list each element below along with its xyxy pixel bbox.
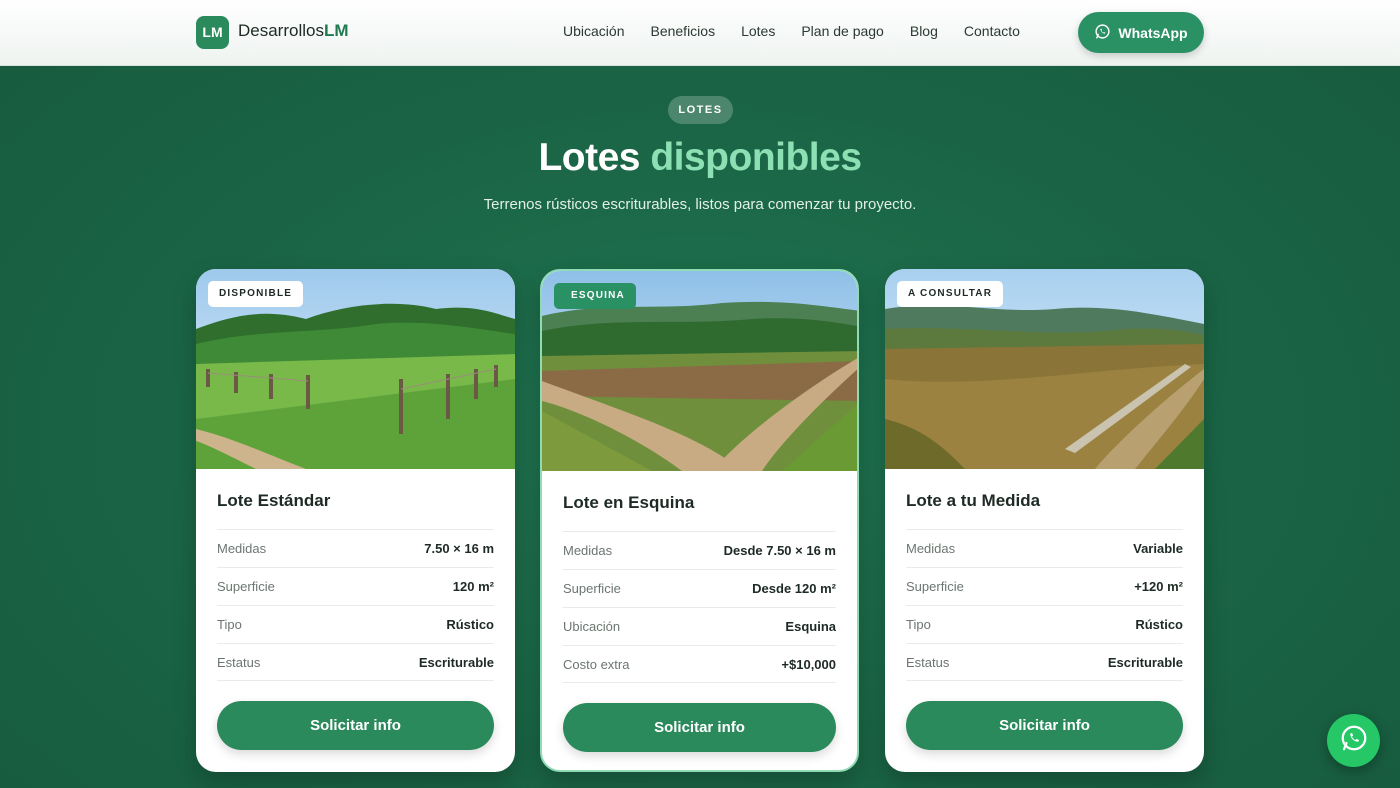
nav-blog[interactable]: Blog	[910, 23, 938, 39]
lot-title: Lote Estándar	[217, 491, 331, 510]
spec-value: Escriturable	[418, 654, 494, 670]
spec-label: Medidas	[563, 543, 613, 558]
spec-label: Superficie	[906, 579, 964, 594]
spec-value: Rústico	[446, 617, 494, 632]
section-subtitle: Terrenos rústicos escriturables, listos …	[483, 196, 917, 213]
request-info-button[interactable]: Solicitar info	[217, 701, 494, 750]
section-pill: LOTES	[668, 96, 733, 124]
spec-label: Superficie	[217, 579, 275, 594]
spec-row: Estatus Escriturable	[906, 643, 1183, 681]
spec-value: Desde 7.50 × 16 m	[723, 543, 836, 558]
spec-row: Medidas Desde 7.50 × 16 m	[563, 531, 836, 569]
whatsapp-button[interactable]: WhatsApp	[1078, 12, 1204, 53]
logo-text[interactable]: DesarrollosLM	[238, 21, 349, 41]
nav-contacto[interactable]: Contacto	[964, 23, 1020, 39]
spec-value: +120 m²	[1134, 579, 1183, 594]
section-title-accent: disponibles	[650, 136, 862, 179]
lot-specs: Medidas Desde 7.50 × 16 m Superficie Desde…	[563, 531, 836, 683]
request-info-button[interactable]: Solicitar info	[563, 703, 836, 752]
spec-label: Tipo	[217, 617, 242, 632]
status-badge: DISPONIBLE	[208, 281, 304, 307]
spec-label: Superficie	[563, 581, 621, 596]
spec-label: Ubicación	[563, 619, 621, 634]
spec-value: 120 m²	[452, 579, 494, 594]
spec-row: Ubicación Esquina	[563, 607, 836, 645]
nav-beneficios[interactable]: Beneficios	[650, 23, 715, 39]
spec-row: Medidas Variable	[906, 529, 1183, 567]
whatsapp-button-label: WhatsApp	[1118, 24, 1188, 41]
lot-card-esquina: ESQUINA Lote en Esquina Medidas Desde 7.5…	[540, 269, 859, 772]
spec-label: Costo extra	[563, 656, 630, 672]
spec-label: Medidas	[906, 541, 956, 556]
status-badge: A CONSULTAR	[897, 281, 1004, 307]
spec-label: Estatus	[217, 654, 261, 670]
section-title-main: Lotes	[538, 136, 640, 179]
nav-plan-de-pago[interactable]: Plan de pago	[801, 23, 884, 39]
spec-row: Superficie Desde 120 m²	[563, 569, 836, 607]
spec-label: Tipo	[906, 617, 931, 632]
spec-row: Tipo Rústico	[906, 605, 1183, 643]
spec-value: +$10,000	[781, 656, 836, 672]
spec-value: Esquina	[785, 619, 836, 634]
lot-title: Lote en Esquina	[563, 493, 695, 512]
spec-row: Tipo Rústico	[217, 605, 494, 643]
request-info-button[interactable]: Solicitar info	[906, 701, 1183, 750]
lot-title: Lote a tu Medida	[906, 491, 1041, 510]
floating-whatsapp-button[interactable]	[1327, 714, 1380, 767]
lot-specs: Medidas Variable Superficie +120 m² Tipo Rú…	[906, 529, 1183, 681]
spec-row: Superficie 120 m²	[217, 567, 494, 605]
spec-row: Superficie +120 m²	[906, 567, 1183, 605]
spec-row: Costo extra +$10,000	[563, 645, 836, 683]
logo-badge[interactable]: LM	[196, 16, 229, 49]
section-title: Lotes disponibles	[0, 136, 1400, 180]
nav-lotes[interactable]: Lotes	[741, 23, 775, 39]
spec-value: Escriturable	[1107, 654, 1183, 670]
lot-specs: Medidas 7.50 × 16 m Superficie 120 m² Tipo…	[217, 529, 494, 681]
spec-value: Variable	[1133, 541, 1183, 556]
spec-value: Desde 120 m²	[752, 581, 836, 596]
spec-value: 7.50 × 16 m	[424, 541, 494, 556]
logo-text-strong: LM	[323, 21, 349, 40]
logo-text-regular: Desarrollos	[238, 21, 324, 40]
spec-row: Medidas 7.50 × 16 m	[217, 529, 494, 567]
spec-value: Rústico	[1135, 617, 1183, 632]
whatsapp-icon	[1094, 23, 1111, 43]
lot-card-estandar: DISPONIBLE Lote Estándar Medidas 7.50 × 1…	[196, 269, 515, 772]
status-badge: ESQUINA	[554, 283, 636, 309]
spec-row: Estatus Escriturable	[217, 643, 494, 681]
main-nav: Ubicación Beneficios Lotes Plan de pago …	[563, 23, 1046, 39]
lot-card-a-medida: A CONSULTAR Lote a tu Medida Medidas Vari…	[885, 269, 1204, 772]
nav-ubicacion[interactable]: Ubicación	[563, 23, 624, 39]
whatsapp-icon	[1339, 723, 1369, 758]
spec-label: Medidas	[217, 541, 267, 556]
spec-label: Estatus	[906, 654, 950, 670]
site-header: LM DesarrollosLM Ubicación Beneficios Lo…	[0, 0, 1400, 66]
